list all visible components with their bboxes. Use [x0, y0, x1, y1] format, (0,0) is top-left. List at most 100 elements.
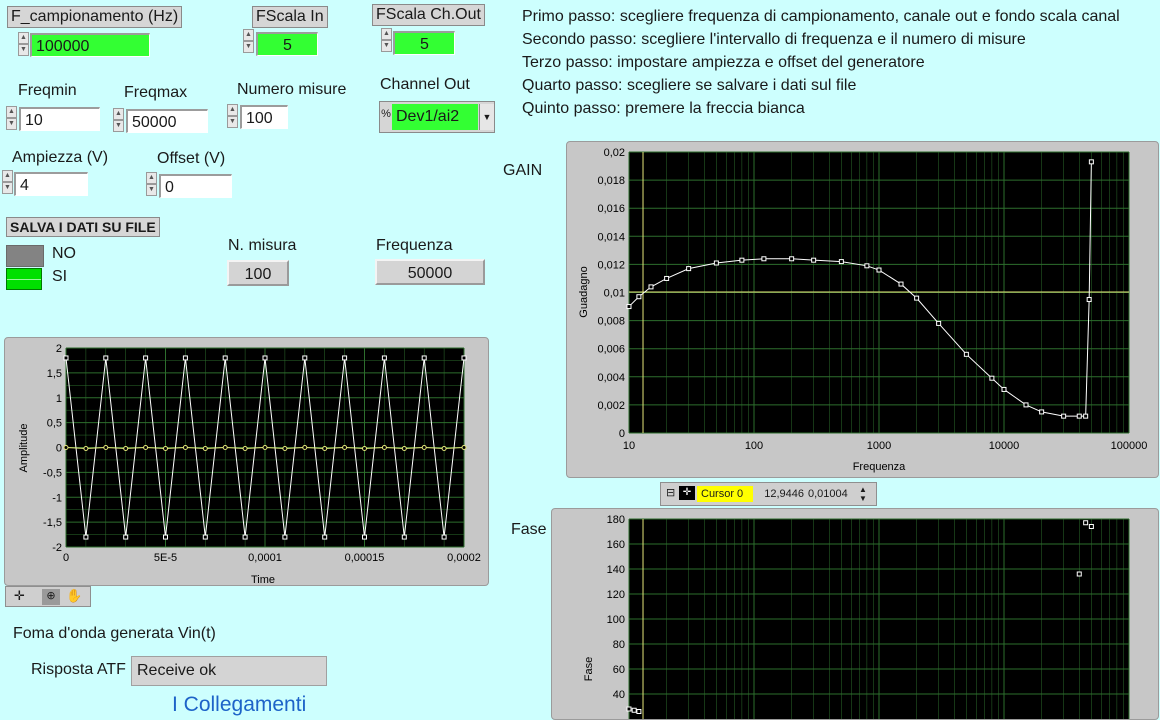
collegamenti-link[interactable]: I Collegamenti	[172, 693, 306, 717]
fscala-out-input[interactable]: 5	[393, 31, 455, 55]
waveform-point	[362, 445, 367, 451]
fase-plot[interactable]: 180 160 140 120 100 80 60 40 Fase	[552, 509, 1158, 719]
waveform-point	[242, 445, 248, 451]
cursor-legend: ⊟ ✛ Cursor 0 12,9446 0,01004 ▲ ▼	[660, 482, 877, 506]
gain-point	[739, 257, 745, 263]
waveform-point	[342, 445, 348, 450]
numero-misure-input[interactable]: 100	[240, 105, 288, 129]
gain-point	[811, 257, 817, 263]
ampiezza-label: Ampiezza (V)	[12, 149, 109, 166]
gain-point	[626, 304, 632, 310]
waveform-point	[302, 445, 308, 450]
gain-xlabel: Frequenza	[853, 461, 906, 473]
waveform-x-tick: 0,0001	[248, 552, 282, 564]
gain-y-tick: 0,006	[597, 344, 625, 356]
waveform-point	[163, 534, 168, 540]
zoom-icon[interactable]: ⊕	[42, 589, 60, 605]
instruction-step-3: Terzo passo: impostare ampiezza e offset…	[522, 54, 925, 71]
f-campionamento-spinner[interactable]: ▲ ▼	[18, 32, 29, 58]
waveform-point	[421, 355, 427, 361]
fase-graph: 180 160 140 120 100 80 60 40 Fase	[551, 508, 1159, 720]
waveform-point	[202, 445, 208, 451]
collapse-icon[interactable]: ⊟	[666, 486, 675, 499]
gain-y-tick: 0	[619, 428, 625, 440]
waveform-y-tick: 0	[56, 443, 62, 455]
risposta-label: Risposta ATF	[31, 661, 126, 678]
freqmax-spinner[interactable]: ▲ ▼	[113, 108, 124, 134]
waveform-point	[222, 445, 228, 450]
gain-y-tick: 0,02	[604, 147, 625, 159]
gain-y-tick: 0,004	[597, 372, 625, 384]
gain-plot[interactable]: 0,02 0,018 0,016 0,014 0,012 0,01 0,008 0,006 0,…	[567, 142, 1158, 477]
waveform-point	[182, 355, 188, 361]
freqmin-spinner[interactable]: ▲ ▼	[6, 106, 17, 132]
waveform-y-tick: 1	[56, 393, 62, 405]
salva-si-button[interactable]	[6, 268, 42, 290]
chevron-down-icon[interactable]: ▼	[479, 104, 494, 130]
crosshair-icon[interactable]: ✛	[14, 588, 25, 604]
waveform-point	[381, 445, 387, 450]
gain-point	[914, 295, 920, 301]
ampiezza-input[interactable]: 4	[14, 172, 88, 196]
salva-si-label: SI	[52, 268, 68, 285]
freqmin-input[interactable]: 10	[19, 107, 100, 131]
waveform-point	[163, 445, 168, 451]
offset-label: Offset (V)	[157, 150, 226, 167]
instruction-step-4: Quarto passo: scegliere se salvare i dat…	[522, 77, 857, 94]
f-campionamento-input[interactable]: 100000	[30, 33, 150, 57]
gain-point	[761, 256, 767, 262]
fase-y-tick: 180	[607, 514, 625, 526]
waveform-y-tick: 2	[56, 343, 62, 355]
freqmax-input[interactable]: 50000	[126, 109, 208, 133]
gain-point	[1086, 297, 1092, 303]
waveform-point	[441, 445, 447, 451]
n-misura-indicator: 100	[227, 260, 289, 286]
fase-point	[1083, 520, 1089, 526]
cursor-move-icon[interactable]: ▲ ▼	[856, 485, 870, 503]
gain-y-tick: 0,016	[597, 203, 625, 215]
numero-misure-spinner[interactable]: ▲ ▼	[227, 104, 238, 130]
waveform-point	[362, 534, 367, 540]
waveform-point	[182, 445, 188, 450]
fscala-in-spinner[interactable]: ▲ ▼	[243, 29, 254, 55]
salva-no-button[interactable]	[6, 245, 44, 267]
offset-input[interactable]: 0	[159, 174, 232, 198]
gain-y-tick: 0,018	[597, 175, 625, 187]
waveform-point	[242, 534, 248, 540]
waveform-point	[342, 355, 348, 361]
waveform-point	[322, 445, 328, 451]
instruction-step-5: Quinto passo: premere la freccia bianca	[522, 100, 805, 117]
fase-title: Fase	[511, 521, 547, 538]
numero-misure-label: Numero misure	[237, 81, 347, 98]
channel-out-dropdown[interactable]: % Dev1/ai2 ▼	[379, 101, 495, 133]
waveform-point	[262, 445, 268, 450]
waveform-point	[222, 355, 228, 361]
waveform-point	[202, 534, 208, 540]
gain-x-tick: 1000	[867, 440, 891, 452]
fscala-out-spinner[interactable]: ▲ ▼	[381, 28, 392, 54]
f-campionamento-label: F_campionamento (Hz)	[7, 6, 183, 28]
instruction-step-2: Secondo passo: scegliere l'intervallo di…	[522, 31, 1026, 48]
gain-y-tick: 0,014	[597, 231, 625, 243]
fase-y-tick: 160	[607, 539, 625, 551]
cursor-name[interactable]: Cursor 0	[697, 486, 753, 502]
gain-point	[876, 267, 882, 273]
waveform-y-tick: -1	[52, 492, 62, 504]
crosshair-cursor-icon[interactable]: ✛	[679, 486, 695, 500]
ampiezza-spinner[interactable]: ▲ ▼	[2, 170, 13, 196]
fscala-in-input[interactable]: 5	[256, 32, 318, 56]
pan-hand-icon[interactable]: ✋	[66, 588, 82, 604]
fase-y-tick: 120	[607, 589, 625, 601]
freqmin-label: Freqmin	[18, 82, 77, 99]
frequenza-indicator: 50000	[375, 259, 485, 285]
waveform-point	[143, 355, 149, 361]
channel-out-value: Dev1/ai2	[392, 104, 478, 130]
waveform-point	[401, 534, 407, 540]
gain-x-tick: 10000	[989, 440, 1020, 452]
waveform-plot[interactable]: 21,510,50-0,5-1-1,5-20 5E-5 0,0001 0,00015 0…	[5, 338, 488, 585]
waveform-ylabel: Amplitude	[18, 424, 30, 473]
gain-point	[1083, 413, 1089, 419]
n-misura-label: N. misura	[228, 237, 297, 254]
fase-y-tick: 100	[607, 614, 625, 626]
offset-spinner[interactable]: ▲ ▼	[146, 172, 157, 198]
